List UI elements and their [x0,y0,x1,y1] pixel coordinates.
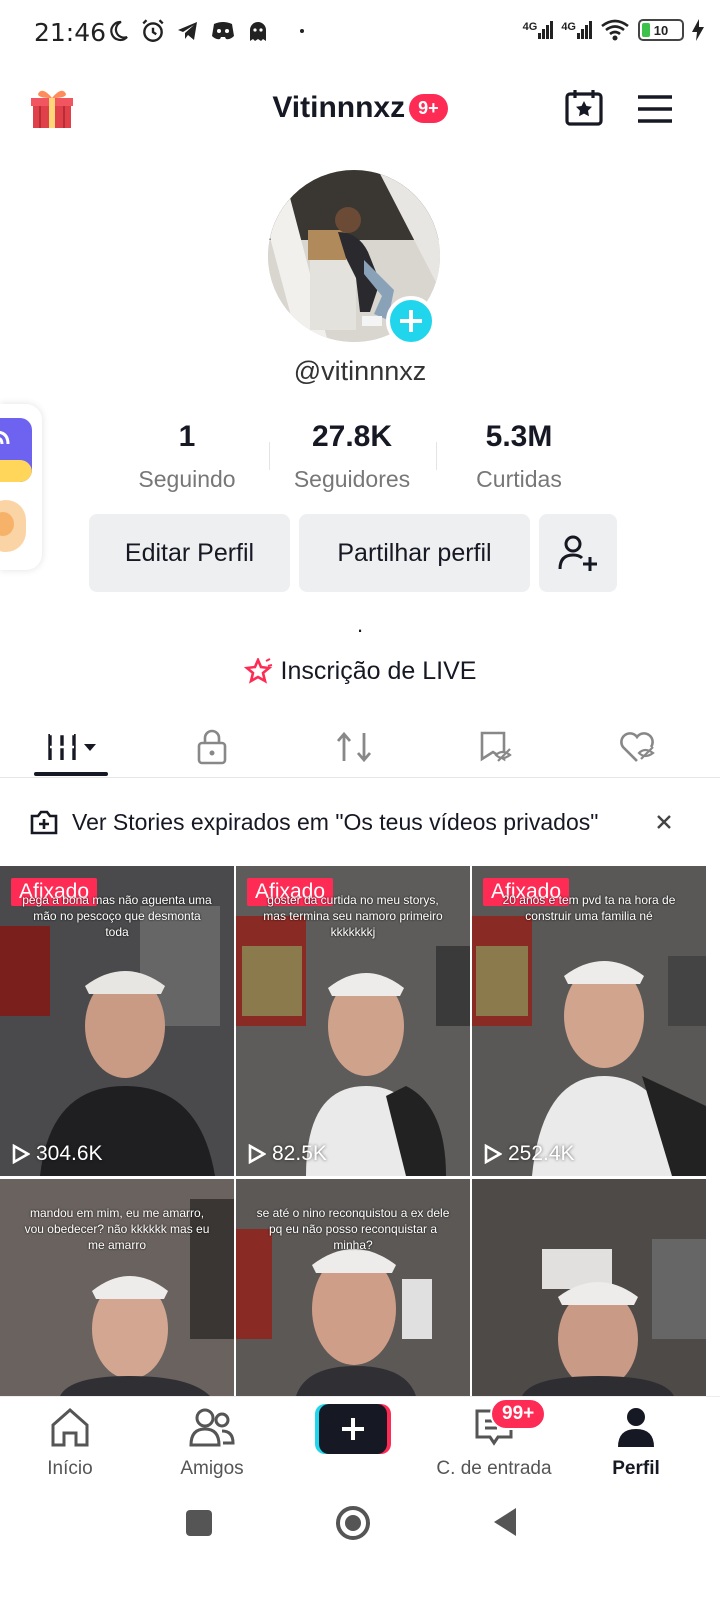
profile-username-header[interactable]: Vitinnnxz 9+ [0,90,720,125]
live-widget-icon[interactable] [0,418,32,482]
profile-icon [618,1408,654,1447]
heart-hidden-icon [620,732,655,762]
video-caption: goster da curtida no meu storys, mas ter… [263,893,443,939]
coin-widget-icon[interactable] [0,500,26,552]
floating-side-widget[interactable] [0,404,42,570]
home-button[interactable] [334,1504,372,1542]
create-button[interactable] [315,1404,391,1454]
menu-icon[interactable] [636,94,674,129]
home-icon [51,1407,89,1447]
stat-label: Seguidores [293,466,411,492]
alarm-icon [142,19,164,42]
recents-button[interactable] [186,1510,212,1536]
video-grid: Afixado pega a bona mas não aguenta uma … [0,866,720,1396]
stat-value: 5.3M [485,420,553,453]
stat-following[interactable]: 1 Seguindo [102,420,272,493]
share-profile-button[interactable]: Partilhar perfil [299,514,530,592]
nav-home[interactable]: Início [0,1405,140,1480]
live-subscription-link[interactable]: Inscrição de LIVE [0,656,720,686]
edit-profile-button[interactable]: Editar Perfil [89,514,290,592]
wifi-icon [601,19,629,41]
content-tabs [0,716,720,778]
active-tab-indicator [34,772,108,776]
stat-likes[interactable]: 5.3M Curtidas [434,420,604,493]
play-icon [12,1144,30,1164]
status-icons [106,18,304,44]
bookmark-hidden-icon [480,731,512,762]
battery-indicator: 10 [638,19,684,41]
stat-label: Curtidas [476,466,562,492]
back-button[interactable] [492,1506,520,1538]
nav-label: Início [47,1458,93,1479]
view-count: 82.5K [248,1142,327,1166]
live-label: Inscrição de LIVE [280,656,477,685]
add-person-icon [558,535,597,571]
notification-badge: 9+ [409,93,448,123]
clock: 21:46 [34,18,107,47]
friends-icon [189,1408,235,1447]
signal-1: 4G [523,21,554,39]
stat-label: Seguindo [138,466,236,492]
close-icon[interactable] [656,814,672,830]
view-count: 304.6K [12,1142,103,1166]
star-live-icon [243,657,272,685]
bio-text: . [356,612,364,637]
video-caption: mandou em mim, eu me amarro, vou obedece… [24,1206,210,1252]
nav-label: Amigos [180,1458,244,1479]
nav-profile[interactable]: Perfil [566,1405,706,1480]
view-count: 252.4K [484,1142,575,1166]
nav-label: C. de entrada [436,1458,552,1479]
banner-text: Ver Stories expirados em "Os teus vídeos… [72,808,599,835]
video-thumbnail[interactable]: Afixado goster da curtida no meu storys,… [236,866,470,1176]
profile-handle: @vitinnnxz [293,356,427,386]
expired-stories-banner[interactable]: Ver Stories expirados em "Os teus vídeos… [0,794,720,850]
video-thumbnail[interactable] [472,1179,706,1396]
system-navigation [0,1496,720,1600]
tab-saved[interactable] [424,716,568,778]
video-thumbnail[interactable]: se até o nino reconquistou a ex dele pq … [236,1179,470,1396]
stat-value: 27.8K [311,420,393,453]
charging-icon [692,19,704,41]
ghost-icon [250,22,266,41]
video-thumbnail[interactable]: Afixado 20 anos e tem pvd ta na hora de … [472,866,706,1176]
stat-value: 1 [178,420,196,453]
nav-friends[interactable]: Amigos [142,1405,282,1480]
add-friend-button[interactable] [539,514,617,592]
inbox-badge: 99+ [490,1398,547,1430]
video-thumbnail[interactable]: mandou em mim, eu me amarro, vou obedece… [0,1179,234,1396]
tab-liked[interactable] [566,716,710,778]
tab-reposts[interactable] [282,716,426,778]
lock-icon [197,729,227,765]
header-username: Vitinnnxz [272,91,406,125]
stat-followers[interactable]: 27.8K Seguidores [267,420,437,493]
play-icon [484,1144,502,1164]
grid-icon [48,732,96,760]
plus-icon [400,310,422,332]
video-thumbnail[interactable]: Afixado pega a bona mas não aguenta uma … [0,866,234,1176]
tab-private[interactable] [140,716,284,778]
nav-label: Perfil [612,1458,660,1479]
signal-2: 4G [561,21,592,39]
status-bar: 21:46 4G 4G 10 [0,0,720,68]
repost-icon [336,731,372,763]
status-right: 4G 4G 10 [523,18,704,42]
video-caption: se até o nino reconquistou a ex dele pq … [256,1206,450,1252]
play-icon [248,1144,266,1164]
telegram-icon [178,22,197,40]
calendar-star-icon[interactable] [565,88,603,131]
video-caption: pega a bona mas não aguenta uma mão no p… [22,893,212,939]
tab-videos[interactable] [0,716,144,778]
video-caption: 20 anos e tem pvd ta na hora de construi… [502,893,676,923]
camera-plus-icon [30,810,58,835]
discord-icon [212,22,234,40]
dot-indicator [300,29,304,33]
moon-icon [110,20,128,42]
add-avatar-button[interactable] [386,296,436,346]
